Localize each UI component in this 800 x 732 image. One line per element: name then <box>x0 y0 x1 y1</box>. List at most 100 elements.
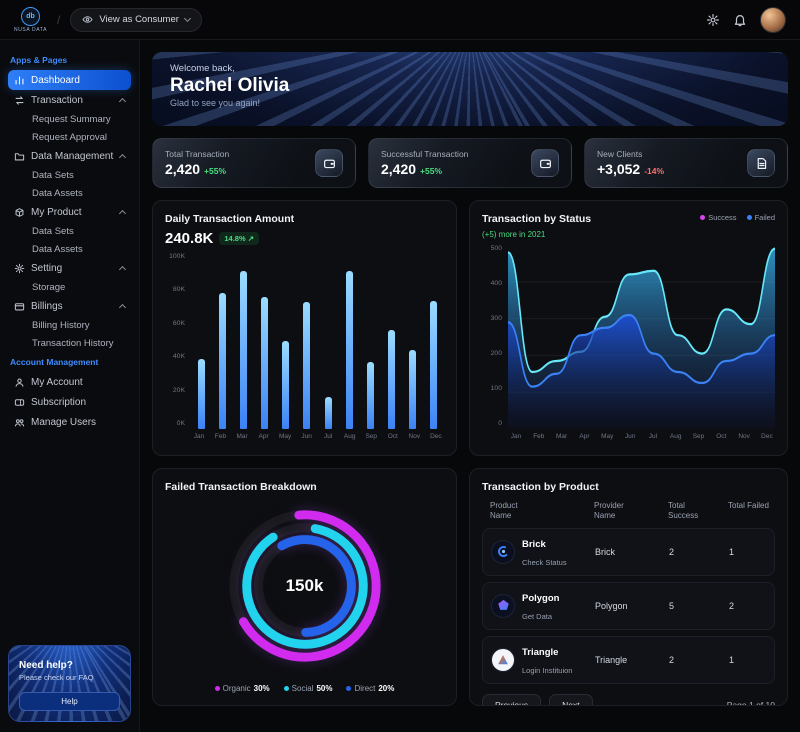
table-row-triangle[interactable]: Triangle Login Instituion Triangle 2 1 <box>482 635 775 684</box>
bar-oct <box>384 253 400 429</box>
breadcrumb-separator: / <box>57 12 61 27</box>
stat-cards: Total Transaction 2,420 +55% Successful T… <box>152 138 788 188</box>
daily-amount-value: 240.8K <box>165 230 214 247</box>
y-tick: 0 <box>498 420 502 427</box>
next-button[interactable]: Next <box>549 693 593 705</box>
product-desc: Get Data <box>522 611 553 621</box>
hero-user-name: Rachel Olivia <box>170 75 290 96</box>
x-tick: Jun <box>301 433 312 440</box>
hero-greeting: Welcome back, <box>170 63 235 74</box>
view-as-dropdown[interactable]: View as Consumer <box>70 7 202 32</box>
x-tick: Aug <box>343 433 356 440</box>
x-tick: Jan <box>510 433 522 440</box>
chevron-up-icon <box>118 209 127 217</box>
x-tick: Dec <box>761 433 773 440</box>
sidebar-item-dm-data-assets[interactable]: Data Assets <box>8 184 131 202</box>
failed-breakdown-donut-chart: 150k <box>165 493 444 678</box>
column-total-failed: Total Failed <box>728 501 769 510</box>
x-tick: Jan <box>193 433 205 440</box>
y-tick: 300 <box>490 315 502 322</box>
document-icon <box>747 149 775 177</box>
sidebar-label: Data Management <box>31 150 114 162</box>
bell-icon[interactable] <box>733 13 747 27</box>
area-chart-y-axis: 500 400 300 200 100 0 <box>482 245 508 443</box>
sidebar-label: Transaction <box>31 94 83 106</box>
stat-delta: +55% <box>420 166 443 176</box>
stat-label: Total Transaction <box>165 149 230 159</box>
sidebar-item-storage[interactable]: Storage <box>8 278 131 296</box>
column-provider-name: Provider Name <box>594 501 624 521</box>
growth-badge: 14.8% ↗ <box>219 232 260 245</box>
sidebar-item-transaction[interactable]: Transaction <box>8 90 131 110</box>
x-tick: Feb <box>214 433 227 440</box>
sidebar-item-transaction-history[interactable]: Transaction History <box>8 334 131 352</box>
sidebar-item-billing-history[interactable]: Billing History <box>8 316 131 334</box>
sidebar-item-request-approval[interactable]: Request Approval <box>8 128 131 146</box>
brand-logo[interactable]: db NUSA DATA <box>14 6 47 33</box>
sidebar-item-my-account[interactable]: My Account <box>8 372 131 392</box>
legend-dot <box>346 686 352 691</box>
sidebar-label: My Account <box>31 376 83 388</box>
sidebar-item-request-summary[interactable]: Request Summary <box>8 110 131 128</box>
help-button[interactable]: Help <box>19 692 120 711</box>
legend-dot <box>746 215 752 220</box>
x-tick: Aug <box>669 433 682 440</box>
sidebar-item-setting[interactable]: Setting <box>8 258 131 278</box>
sidebar-item-dashboard[interactable]: Dashboard <box>8 70 131 90</box>
page-info: Page 1 of 10 <box>726 699 775 706</box>
success-cell: 5 <box>669 600 675 611</box>
sidebar-item-my-product[interactable]: My Product <box>8 202 131 222</box>
x-tick: May <box>601 433 614 440</box>
y-tick: 200 <box>490 350 502 357</box>
x-tick: Dec <box>430 433 442 440</box>
sidebar-item-subscription[interactable]: Subscription <box>8 392 131 412</box>
legend-item-failed: Failed <box>746 213 775 222</box>
sidebar-item-dm-data-sets[interactable]: Data Sets <box>8 166 131 184</box>
stat-value: 2,420 <box>165 161 201 177</box>
y-tick: 100K <box>169 253 185 260</box>
pagination: Previous Next Page 1 of 10 <box>482 690 775 706</box>
provider-cell: Triangle <box>595 654 628 665</box>
stat-delta: +55% <box>204 166 227 176</box>
area-chart-x-axis: Jan Feb Mar Apr May Jun Jul Aug Sep Oct Nov Dec <box>508 429 775 443</box>
sidebar-item-mp-data-assets[interactable]: Data Assets <box>8 240 131 258</box>
transaction-by-product-card: Transaction by Product Product Name Prov… <box>469 468 788 706</box>
sidebar-item-manage-users[interactable]: Manage Users <box>8 412 131 432</box>
brand-logo-icon: db <box>21 6 40 26</box>
provider-cell: Brick <box>595 546 615 557</box>
product-desc: Check Status <box>522 557 567 567</box>
x-tick: Oct <box>716 433 727 440</box>
column-product-name: Product Name <box>490 501 518 521</box>
sidebar-label: Setting <box>31 262 63 274</box>
brick-logo-icon <box>491 539 515 564</box>
failed-cell: 1 <box>729 654 735 665</box>
x-tick: Apr <box>579 433 590 440</box>
x-tick: Apr <box>258 433 269 440</box>
table-row-polygon[interactable]: Polygon Get Data Polygon 5 2 <box>482 581 775 630</box>
help-card: Need help? Please check our FAQ Help <box>8 645 131 722</box>
y-tick: 0K <box>176 419 185 427</box>
stat-value: +3,052 <box>597 161 641 177</box>
failed-cell: 1 <box>729 546 735 557</box>
help-title: Need help? <box>19 660 73 671</box>
previous-button[interactable]: Previous <box>482 693 542 705</box>
table-row-brick[interactable]: Brick Check Status Brick 2 1 <box>482 527 775 576</box>
legend-item-success: Success <box>700 213 737 222</box>
x-tick: Feb <box>533 433 545 440</box>
sidebar-item-billings[interactable]: Billings <box>8 296 131 316</box>
bar-sep <box>362 253 378 429</box>
user-avatar[interactable] <box>760 6 786 33</box>
app-layout: Apps & Pages Dashboard Transaction Reque… <box>0 40 800 732</box>
bar-feb <box>214 253 230 429</box>
failed-cell: 2 <box>729 600 735 611</box>
sidebar-item-mp-data-sets[interactable]: Data Sets <box>8 222 131 240</box>
bar-mar <box>235 253 251 429</box>
card-title: Transaction by Status <box>482 213 592 225</box>
users-icon <box>14 417 25 428</box>
area-chart-canvas <box>508 247 775 429</box>
sidebar-item-data-management[interactable]: Data Management <box>8 146 131 166</box>
box-icon <box>14 207 25 218</box>
gear-icon[interactable] <box>706 13 720 27</box>
charts-row: Daily Transaction Amount 240.8K 14.8% ↗ … <box>152 200 788 456</box>
y-tick: 20K <box>172 386 185 394</box>
